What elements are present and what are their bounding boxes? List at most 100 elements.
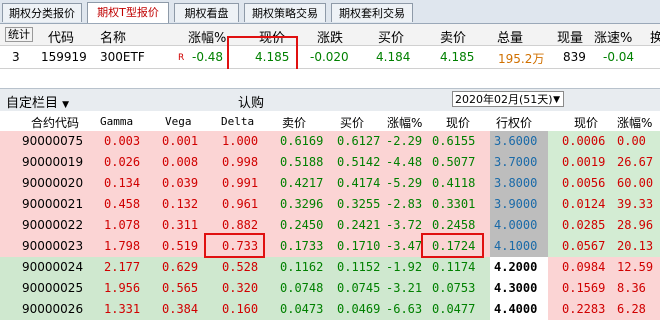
custom-column-button[interactable]: 自定栏目 ▼ [6, 92, 69, 111]
col-delta: Delta [221, 115, 255, 128]
expiry-select[interactable]: 2020年02月(51天) ▼ [452, 91, 564, 107]
contract-code: 90000021 [22, 197, 84, 211]
quote-seq: 3 [12, 50, 20, 64]
ask-value: 0.2450 [280, 218, 324, 232]
bid-value: 0.1152 [337, 260, 381, 274]
quote-name: 300ETF [100, 50, 145, 64]
table-row[interactable]: 90000025 1.956 0.565 0.320 0.0748 0.0745 -3.21… [0, 278, 660, 299]
gamma-value: 0.458 [104, 197, 141, 211]
col-put-change-pct: 涨幅% [617, 116, 653, 130]
change-pct-value: -5.29 [386, 176, 423, 190]
col-vega: Vega [165, 115, 192, 128]
table-row[interactable]: 90000020 0.134 0.039 0.991 0.4217 0.4174 -5.29… [0, 173, 660, 194]
contract-code: 90000019 [22, 155, 84, 169]
t-quote-toolbar: 自定栏目 ▼ 认购 2020年02月(51天) ▼ [0, 88, 660, 112]
put-price-value: 0.0019 [562, 155, 606, 169]
vega-value: 0.629 [162, 260, 199, 274]
price-value: 0.1174 [432, 260, 476, 274]
gamma-value: 1.331 [104, 302, 141, 316]
quote-volume: 195.2万 [498, 52, 545, 66]
table-row[interactable]: 90000021 0.458 0.132 0.961 0.3296 0.3255 -2.83… [0, 194, 660, 215]
delta-value: 0.528 [222, 260, 259, 274]
put-change-pct-value: 26.67 [617, 155, 654, 169]
vega-value: 0.008 [162, 155, 199, 169]
contract-code: 90000023 [22, 239, 84, 253]
contract-code: 90000075 [22, 134, 84, 148]
table-row[interactable]: 90000024 2.177 0.629 0.528 0.1162 0.1152 -1.92… [0, 257, 660, 278]
delta-value: 0.991 [222, 176, 259, 190]
tab-option-watch[interactable]: 期权看盘 [174, 3, 239, 22]
bid-value: 0.4174 [337, 176, 381, 190]
table-row[interactable]: 90000022 1.078 0.311 0.882 0.2450 0.2421 -3.72… [0, 215, 660, 236]
change-pct-value: -4.48 [386, 155, 423, 169]
put-price-value: 0.0984 [562, 260, 606, 274]
tab-option-strategy-trading[interactable]: 期权策略交易 [244, 3, 326, 22]
gamma-value: 0.134 [104, 176, 141, 190]
contract-code: 90000022 [22, 218, 84, 232]
vega-value: 0.519 [162, 239, 199, 253]
delta-highlight-box [204, 233, 265, 258]
tab-option-t-quote[interactable]: 期权T型报价 [87, 2, 169, 23]
col-change-pct: 涨幅% [387, 116, 423, 130]
price-highlight-box-row [421, 233, 484, 258]
put-change-pct-value: 0.00 [617, 134, 646, 148]
col-gamma: Gamma [100, 115, 134, 128]
contract-code: 90000025 [22, 281, 84, 295]
price-value: 0.6155 [432, 134, 476, 148]
table-row[interactable]: 90000075 0.003 0.001 1.000 0.6169 0.6127 -2.29… [0, 131, 660, 152]
put-price-value: 0.0006 [562, 134, 606, 148]
ask-value: 0.0473 [280, 302, 324, 316]
header-ask: 卖价 [440, 31, 467, 46]
header-change: 涨跌 [317, 31, 344, 46]
header-last-volume: 现量 [557, 31, 584, 46]
tab-option-arbitrage-trading[interactable]: 期权套利交易 [331, 3, 413, 22]
vega-value: 0.565 [162, 281, 199, 295]
change-pct-value: -3.72 [386, 218, 423, 232]
col-contract-code: 合约代码 [31, 116, 80, 130]
put-change-pct-value: 20.13 [617, 239, 654, 253]
put-change-pct-value: 6.28 [617, 302, 646, 316]
put-change-pct-value: 39.33 [617, 197, 654, 211]
price-highlight-box [227, 36, 298, 71]
vega-value: 0.132 [162, 197, 199, 211]
contract-code: 90000020 [22, 176, 84, 190]
stats-label[interactable]: 统计 [5, 27, 33, 42]
delta-value: 0.961 [222, 197, 259, 211]
header-change-pct: 涨幅% [188, 31, 227, 46]
put-change-pct-value: 60.00 [617, 176, 654, 190]
put-change-pct-value: 8.36 [617, 281, 646, 295]
col-bid: 买价 [340, 116, 365, 130]
header-volume: 总量 [497, 31, 524, 46]
col-strike: 行权价 [496, 116, 533, 130]
ask-value: 0.4217 [280, 176, 324, 190]
change-pct-value: -3.21 [386, 281, 423, 295]
table-row[interactable]: 90000023 1.798 0.519 0.733 0.1733 0.1710 -3.47… [0, 236, 660, 257]
put-price-value: 0.0567 [562, 239, 606, 253]
gamma-value: 1.798 [104, 239, 141, 253]
vega-value: 0.384 [162, 302, 199, 316]
delta-value: 0.998 [222, 155, 259, 169]
change-pct-value: -1.92 [386, 260, 423, 274]
delta-value: 0.160 [222, 302, 259, 316]
strike-value: 3.7000 [494, 155, 538, 169]
quote-code: 159919 [41, 50, 87, 64]
ask-value: 0.3296 [280, 197, 324, 211]
quote-ask: 4.185 [440, 50, 475, 64]
change-pct-value: -6.63 [386, 302, 423, 316]
strike-value: 3.8000 [494, 176, 538, 190]
gamma-value: 2.177 [104, 260, 141, 274]
expiry-select-value: 2020年02月(51天) [455, 93, 553, 106]
price-value: 0.0753 [432, 281, 476, 295]
col-ask: 卖价 [282, 116, 307, 130]
put-price-value: 0.2283 [562, 302, 606, 316]
put-price-value: 0.0124 [562, 197, 606, 211]
strike-value: 3.9000 [494, 197, 538, 211]
vega-value: 0.311 [162, 218, 199, 232]
col-put-price: 现价 [574, 116, 599, 130]
table-row[interactable]: 90000019 0.026 0.008 0.998 0.5188 0.5142 -4.48… [0, 152, 660, 173]
table-row[interactable]: 90000026 1.331 0.384 0.160 0.0473 0.0469 -6.63… [0, 299, 660, 320]
tab-option-category-quote[interactable]: 期权分类报价 [2, 3, 82, 22]
quote-row[interactable]: 3 159919 300ETF R -0.48 4.185 -0.020 4.1… [0, 46, 660, 69]
strike-value: 4.3000 [494, 281, 538, 295]
change-pct-value: -2.83 [386, 197, 423, 211]
